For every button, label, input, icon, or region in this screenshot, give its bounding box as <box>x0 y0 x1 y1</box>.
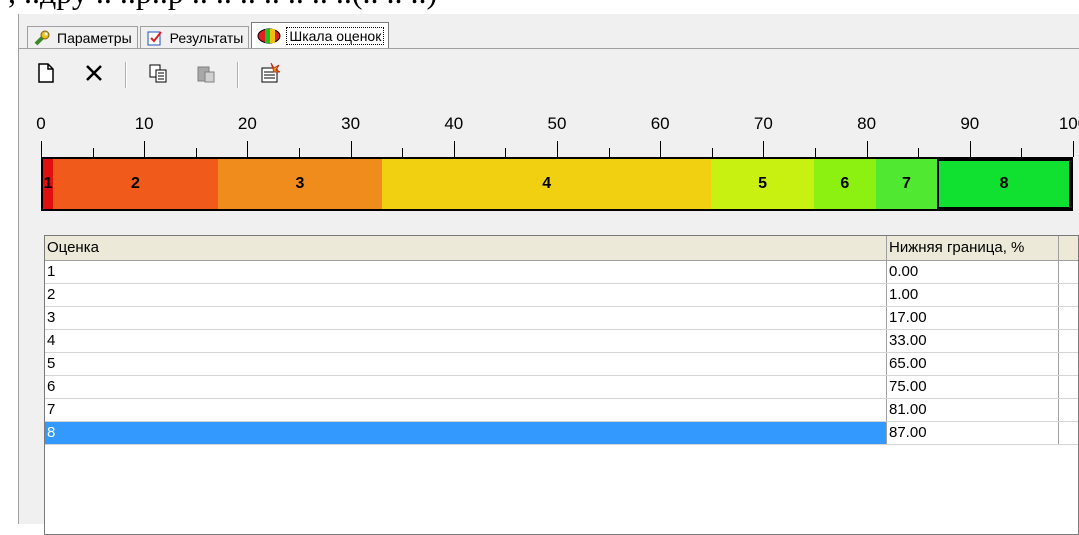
lower-bound-cell[interactable]: 75.00 <box>887 376 1059 398</box>
grade-scale: 12345678 0 10 20 30 40 50 60 70 80 90 100 <box>36 114 1079 214</box>
paste-icon <box>196 63 216 88</box>
grade-segment-7[interactable]: 7 <box>875 159 938 209</box>
tab-parameters[interactable]: Параметры <box>27 26 138 48</box>
scale-major-tick <box>144 141 146 157</box>
scale-tick-label: 0 <box>36 114 46 133</box>
delete-button[interactable] <box>77 60 111 90</box>
table-row[interactable]: 2 1.00 <box>45 284 1078 307</box>
lower-bound-cell[interactable]: 17.00 <box>887 307 1059 329</box>
grade-cell[interactable]: 1 <box>45 261 887 283</box>
tab-bar: Параметры Результаты Шкала оценок <box>27 22 391 48</box>
column-header-lower-bound[interactable]: Нижняя граница, % <box>887 236 1059 260</box>
scale-minor-tick <box>815 148 816 157</box>
copy-button[interactable] <box>141 60 175 90</box>
toolbar-separator <box>237 62 239 88</box>
lower-bound-cell[interactable]: 81.00 <box>887 399 1059 421</box>
scale-major-tick <box>660 141 662 157</box>
scale-minor-tick <box>608 148 610 157</box>
scale-tick-label: 10 <box>134 114 154 133</box>
grade-table: Оценка Нижняя граница, % 1 0.00 2 1.00 3 17.0… <box>44 235 1079 535</box>
table-row[interactable]: 3 17.00 <box>45 307 1078 330</box>
scale-minor-tick <box>711 148 713 157</box>
checklist-icon <box>146 29 164 47</box>
lower-bound-cell[interactable]: 0.00 <box>887 261 1059 283</box>
scale-minor-tick <box>505 148 507 157</box>
scale-major-tick <box>350 141 352 157</box>
scale-tick-label: 60 <box>650 114 670 133</box>
new-document-icon <box>38 62 54 88</box>
wrench-icon <box>33 29 51 47</box>
grade-segment-6[interactable]: 6 <box>813 159 876 209</box>
scale-major-tick <box>41 141 42 157</box>
grade-cell[interactable]: 4 <box>45 330 887 352</box>
grade-cell[interactable]: 5 <box>45 353 887 375</box>
tab-results[interactable]: Результаты <box>139 26 250 48</box>
document-text-fragment: , ..дру .. ..р..р .. .. .. .. .. .. ..(.… <box>0 0 1079 14</box>
table-row[interactable]: 4 33.00 <box>45 330 1078 353</box>
scale-minor-tick <box>402 148 404 157</box>
grade-cell[interactable]: 2 <box>45 284 887 306</box>
grade-segment-8[interactable]: 8 <box>937 159 1071 209</box>
grade-segment-4[interactable]: 4 <box>382 159 712 209</box>
scale-tick-label: 40 <box>444 114 464 133</box>
grade-cell[interactable]: 6 <box>45 376 887 398</box>
scale-major-tick <box>763 141 765 157</box>
scale-tick-label: 30 <box>341 114 361 133</box>
scale-tick-label: 100 <box>1058 114 1079 133</box>
copy-icon <box>148 63 168 88</box>
scale-major-tick <box>1073 141 1074 157</box>
settings-window: Параметры Результаты Шкала оценок 1 2 3 … <box>18 14 1079 535</box>
clear-icon <box>259 62 281 89</box>
grade-segment-5[interactable]: 5 <box>711 159 814 209</box>
grade-segment-3[interactable]: 3 <box>217 159 383 209</box>
lower-bound-cell[interactable]: 33.00 <box>887 330 1059 352</box>
scale-tick-label: 80 <box>857 114 877 133</box>
scale-major-tick <box>453 141 455 157</box>
grade-cell[interactable]: 7 <box>45 399 887 421</box>
table-row[interactable]: 7 81.00 <box>45 399 1078 422</box>
scale-tick-label: 50 <box>547 114 567 133</box>
scale-major-tick <box>557 141 558 157</box>
scale-major-tick <box>866 141 868 157</box>
tab-parameters-label: Параметры <box>57 29 132 46</box>
paste-button[interactable] <box>189 60 223 90</box>
new-button[interactable] <box>29 60 63 90</box>
table-row[interactable]: 1 0.00 <box>45 261 1078 284</box>
table-row[interactable]: 6 75.00 <box>45 376 1078 399</box>
delete-icon <box>84 63 104 88</box>
tab-results-label: Результаты <box>169 29 244 46</box>
column-header-grade[interactable]: Оценка <box>45 236 887 260</box>
table-header-row: Оценка Нижняя граница, % <box>45 236 1078 261</box>
scale-major-tick <box>247 141 249 157</box>
color-scale-icon <box>257 27 281 45</box>
toolbar-separator <box>125 62 127 88</box>
scale-minor-tick <box>92 148 94 157</box>
lower-bound-cell[interactable]: 65.00 <box>887 353 1059 375</box>
scale-tick-label: 70 <box>753 114 773 133</box>
grade-segment-1[interactable]: 1 <box>43 159 54 209</box>
scale-tick-label: 90 <box>960 114 980 133</box>
scale-minor-tick <box>299 148 300 157</box>
scale-minor-tick <box>918 148 920 157</box>
table-body: 1 0.00 2 1.00 3 17.00 4 33.00 5 65.00 6 75.00 7 81.00… <box>45 261 1078 445</box>
scale-major-tick <box>969 141 971 157</box>
grade-cell[interactable]: 8 <box>45 422 887 444</box>
tab-divider <box>19 48 1079 49</box>
grade-scale-bar: 12345678 <box>41 157 1073 211</box>
tab-grade-scale-label: Шкала оценок <box>286 26 385 45</box>
grade-segment-2[interactable]: 2 <box>53 159 218 209</box>
grade-cell[interactable]: 3 <box>45 307 887 329</box>
table-row[interactable]: 8 87.00 <box>45 422 1078 445</box>
tab-grade-scale[interactable]: Шкала оценок <box>251 22 390 48</box>
scale-minor-tick <box>195 148 197 157</box>
lower-bound-cell[interactable]: 87.00 <box>887 422 1059 444</box>
clear-button[interactable] <box>253 60 287 90</box>
table-row[interactable]: 5 65.00 <box>45 353 1078 376</box>
scale-tick-label: 20 <box>237 114 257 133</box>
toolbar <box>29 58 301 92</box>
scale-minor-tick <box>1021 148 1023 157</box>
lower-bound-cell[interactable]: 1.00 <box>887 284 1059 306</box>
